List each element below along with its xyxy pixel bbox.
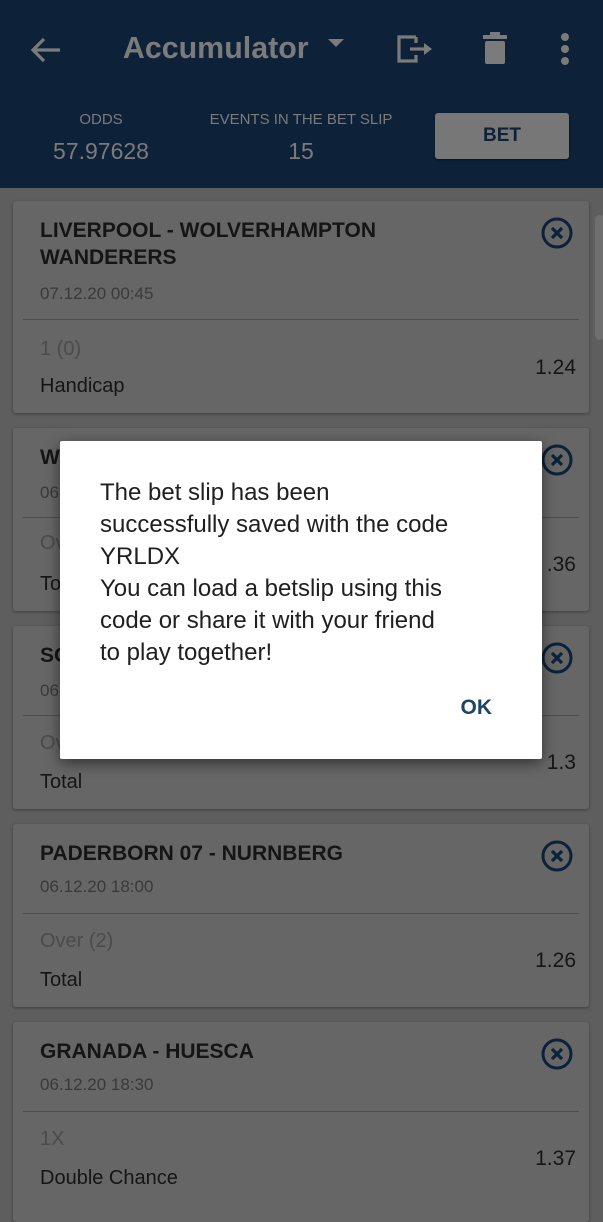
odds-label: ODDS bbox=[79, 111, 123, 128]
divider bbox=[23, 1111, 579, 1112]
bet-odd: .36 bbox=[546, 553, 576, 576]
remove-bet-icon[interactable] bbox=[541, 444, 573, 476]
match-name: PADERBORN 07 - NURNBERG bbox=[40, 842, 343, 865]
match-date: 06 bbox=[40, 483, 59, 502]
page-title: Accumulator bbox=[122, 30, 309, 65]
bet-market: Total bbox=[40, 771, 83, 793]
remove-bet-icon[interactable] bbox=[541, 840, 573, 872]
odds-value: 57.97628 bbox=[53, 138, 149, 164]
odds-summary: ODDS 57.97628 bbox=[40, 111, 162, 165]
scrollbar-thumb[interactable] bbox=[595, 215, 603, 340]
app-header: Accumulator ODDS 57.97628 EVENTS IN THE … bbox=[0, 0, 603, 188]
events-summary: EVENTS IN THE BET SLIP 15 bbox=[200, 111, 402, 165]
bet-market: Double Chance bbox=[40, 1167, 178, 1189]
bet-market: To bbox=[40, 573, 62, 595]
events-label: EVENTS IN THE BET SLIP bbox=[209, 111, 393, 128]
remove-bet-icon[interactable] bbox=[541, 217, 573, 249]
trash-icon[interactable] bbox=[483, 32, 507, 64]
bet-pick: 1 (0) bbox=[40, 338, 82, 360]
divider bbox=[23, 913, 579, 914]
bet-button[interactable]: BET bbox=[435, 113, 569, 159]
bet-card: PADERBORN 07 - NURNBERG 06.12.20 18:00 O… bbox=[13, 824, 589, 1007]
ok-button[interactable]: OK bbox=[461, 696, 493, 720]
events-value: 15 bbox=[288, 138, 314, 164]
export-icon[interactable] bbox=[396, 34, 434, 64]
bet-card: LIVERPOOL - WOLVERHAMPTON WANDERERS 07.1… bbox=[13, 201, 589, 413]
bet-odd: 1.3 bbox=[546, 751, 576, 774]
bet-odd: 1.37 bbox=[535, 1147, 576, 1170]
bet-odd: 1.24 bbox=[535, 356, 576, 379]
bet-pick: 1X bbox=[40, 1128, 65, 1150]
toolbar: Accumulator bbox=[0, 22, 603, 78]
save-confirmation-dialog: The bet slip has been successfully saved… bbox=[60, 441, 542, 759]
bet-card: GRANADA - HUESCA 06.12.20 18:30 1X Doubl… bbox=[13, 1022, 589, 1222]
bet-market: Handicap bbox=[40, 375, 125, 397]
arrow-left-icon[interactable] bbox=[30, 36, 62, 64]
caret-down-icon bbox=[328, 39, 345, 47]
match-date: 07.12.20 00:45 bbox=[40, 284, 154, 303]
match-date: 06.12.20 18:00 bbox=[40, 877, 154, 896]
bet-market: Total bbox=[40, 969, 83, 991]
divider bbox=[23, 319, 579, 320]
match-date: 06 bbox=[40, 681, 59, 700]
bet-pick: Over (2) bbox=[40, 930, 114, 952]
match-name: LIVERPOOL - WOLVERHAMPTON WANDERERS bbox=[40, 219, 377, 269]
remove-bet-icon[interactable] bbox=[541, 1038, 573, 1070]
remove-bet-icon[interactable] bbox=[541, 642, 573, 674]
match-date: 06.12.20 18:30 bbox=[40, 1075, 154, 1094]
bet-odd: 1.26 bbox=[535, 949, 576, 972]
more-vert-icon[interactable] bbox=[558, 32, 572, 66]
bet-type-selector[interactable]: Accumulator bbox=[121, 30, 345, 66]
match-name: GRANADA - HUESCA bbox=[40, 1040, 254, 1063]
dialog-message: The bet slip has been successfully saved… bbox=[100, 479, 449, 666]
